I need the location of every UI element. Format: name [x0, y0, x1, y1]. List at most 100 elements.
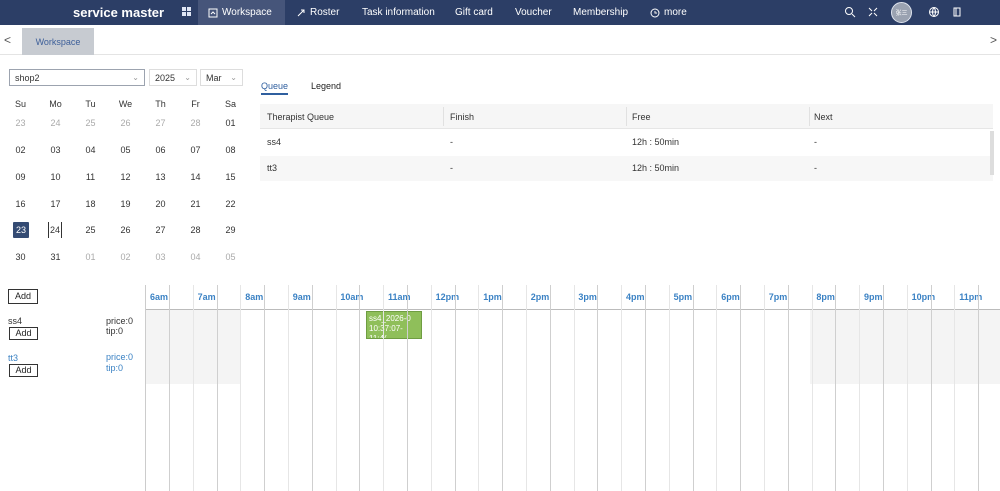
language-icon[interactable]	[928, 6, 940, 18]
calendar-day[interactable]: 20	[148, 196, 173, 212]
calendar-day[interactable]: 22	[218, 196, 243, 212]
timeline-grid-line	[216, 285, 218, 491]
shop-select[interactable]: shop2 ⌄	[9, 69, 145, 86]
timeline-grid-line	[621, 285, 623, 491]
calendar-day[interactable]: 23	[13, 222, 29, 238]
calendar-day[interactable]: 27	[148, 222, 173, 238]
tabs-left-arrow[interactable]: <	[4, 33, 11, 47]
queue-scrollbar[interactable]	[990, 131, 994, 175]
calendar-day[interactable]: 24	[48, 222, 62, 238]
timeline-grid-line	[264, 285, 266, 491]
nav-workspace[interactable]: Workspace	[198, 0, 285, 25]
calendar-day[interactable]: 05	[113, 142, 138, 158]
nav-gift-card[interactable]: Gift card	[445, 0, 503, 25]
top-add-button[interactable]: Add	[8, 289, 38, 304]
calendar-day[interactable]: 31	[43, 249, 68, 265]
calendar-day[interactable]: 03	[43, 142, 68, 158]
add-booking-button[interactable]: Add	[9, 327, 38, 340]
calendar-day[interactable]: 28	[183, 115, 208, 131]
calendar-day[interactable]: 01	[218, 115, 243, 131]
calendar-day[interactable]: 23	[8, 115, 33, 131]
apps-grid-icon[interactable]	[182, 7, 191, 16]
calendar-day[interactable]: 14	[183, 169, 208, 185]
staff-price: price:0	[106, 316, 134, 326]
queue-free: 12h : 50min	[632, 137, 680, 147]
brand-logo[interactable]: service master	[73, 5, 164, 20]
nav-more[interactable]: more	[640, 0, 697, 25]
weekday-label: We	[118, 99, 133, 109]
calendar-day[interactable]: 29	[218, 222, 243, 238]
timeline-grid-line	[835, 285, 837, 491]
queue-row[interactable]: ss4 - 12h : 50min -	[260, 129, 993, 156]
hour-label: 9pm	[864, 292, 883, 302]
calendar-day[interactable]: 26	[113, 115, 138, 131]
calendar-day[interactable]: 07	[183, 142, 208, 158]
calendar-day[interactable]: 05	[218, 249, 243, 265]
queue-row[interactable]: tt3 - 12h : 50min -	[260, 156, 993, 181]
nav-membership[interactable]: Membership	[563, 0, 638, 25]
timeline-grid-line	[383, 285, 385, 491]
nav-roster[interactable]: Roster	[286, 0, 349, 25]
column-divider	[809, 107, 810, 126]
calendar-day[interactable]: 16	[8, 196, 33, 212]
calendar-day[interactable]: 25	[78, 222, 103, 238]
booking-title: ss4_2026-0	[369, 314, 411, 323]
timeline-grid-line	[526, 285, 527, 491]
booking-time: 10:37:07-11:4(	[369, 324, 403, 339]
timeline-grid-line	[740, 285, 742, 491]
calendar-day[interactable]: 02	[113, 249, 138, 265]
nav-voucher[interactable]: Voucher	[505, 0, 562, 25]
timeline-grid-line	[502, 285, 504, 491]
fullscreen-icon[interactable]	[867, 6, 879, 18]
shop-select-value: shop2	[15, 72, 40, 83]
calendar-day[interactable]: 13	[148, 169, 173, 185]
calendar-day[interactable]: 21	[183, 196, 208, 212]
calendar-day[interactable]: 12	[113, 169, 138, 185]
calendar-day[interactable]: 25	[78, 115, 103, 131]
nav-task-information[interactable]: Task information	[352, 0, 445, 25]
calendar-day[interactable]: 04	[183, 249, 208, 265]
add-booking-button[interactable]: Add	[9, 364, 38, 377]
user-avatar[interactable]: 张三	[891, 2, 912, 23]
tab-workspace[interactable]: Workspace	[22, 28, 94, 55]
hour-label: 7am	[197, 292, 216, 302]
column-divider	[443, 107, 444, 126]
calendar-day[interactable]: 30	[8, 249, 33, 265]
schedule-timeline: 6am 7am 8am 9am 10am 11am 12pm 1pm 2pm 3pm 4pm 5pm 6…	[145, 285, 1000, 491]
calendar-day[interactable]: 09	[8, 169, 33, 185]
calendar-day[interactable]: 15	[218, 169, 243, 185]
hour-label: 6am	[150, 292, 169, 302]
tabs-right-arrow[interactable]: >	[990, 33, 997, 47]
timeline-grid-line	[359, 285, 361, 491]
calendar-day[interactable]: 10	[43, 169, 68, 185]
calendar-day[interactable]: 02	[8, 142, 33, 158]
chevron-down-icon: ⌄	[184, 73, 191, 82]
calendar-day[interactable]: 19	[113, 196, 138, 212]
tab-queue[interactable]: Queue	[261, 81, 289, 95]
calendar-day[interactable]: 06	[148, 142, 173, 158]
staff-tip: tip:0	[106, 363, 124, 373]
month-select[interactable]: Mar ⌄	[200, 69, 243, 86]
header-therapist-queue: Therapist Queue	[267, 112, 335, 122]
calendar-day[interactable]: 08	[218, 142, 243, 158]
tab-legend[interactable]: Legend	[311, 81, 341, 91]
calendar-day[interactable]: 04	[78, 142, 103, 158]
calendar-day[interactable]: 28	[183, 222, 208, 238]
nav-label: more	[664, 7, 687, 18]
nav-label: Roster	[310, 7, 340, 18]
timeline-grid-line	[288, 285, 289, 491]
calendar-day[interactable]: 01	[78, 249, 103, 265]
timeline-grid-line	[716, 285, 718, 491]
timeline-grid-line	[454, 285, 456, 491]
calendar-day[interactable]: 24	[43, 115, 68, 131]
year-select[interactable]: 2025 ⌄	[149, 69, 197, 86]
calendar-day[interactable]: 03	[148, 249, 173, 265]
calendar-day[interactable]: 27	[148, 115, 173, 131]
calendar-day[interactable]: 17	[43, 196, 68, 212]
calendar-day[interactable]: 18	[78, 196, 103, 212]
calendar-day[interactable]: 26	[113, 222, 138, 238]
booking-block[interactable]: ss4_2026-0 10:37:07-11:4(	[366, 311, 422, 339]
calendar-day[interactable]: 11	[78, 169, 103, 185]
document-icon[interactable]	[951, 6, 963, 18]
search-icon[interactable]	[844, 6, 856, 18]
